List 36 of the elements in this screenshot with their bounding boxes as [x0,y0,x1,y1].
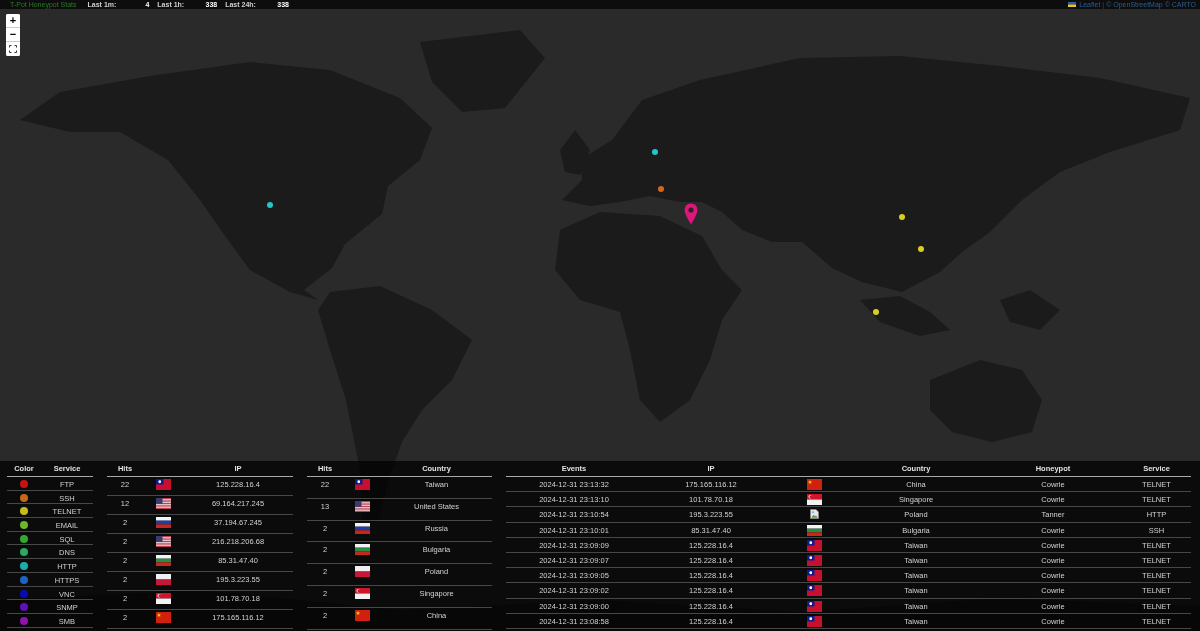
map-marker-dot-icon[interactable] [267,202,273,208]
singapore-flag-icon [155,593,171,604]
us-flag-icon [354,500,370,512]
china-flag-icon [354,609,370,621]
map-marker-dot-icon[interactable] [873,309,879,315]
poland-flag-icon [155,574,171,585]
fullscreen-button[interactable] [6,42,20,56]
taiwan-flag-icon [806,539,822,551]
bulgaria-flag-icon [354,544,370,556]
taiwan-flag-icon [354,479,370,490]
poland-flag-icon [354,566,370,578]
taiwan-flag-icon [806,585,822,597]
map-marker-dot-icon[interactable] [918,246,924,252]
taiwan-flag-icon [806,570,822,582]
us-flag-icon [155,536,171,547]
bulgaria-flag-icon [806,524,822,536]
map-marker-dot-icon[interactable] [899,214,905,220]
map-marker-dot-icon[interactable] [652,149,658,155]
taiwan-flag-icon [155,479,171,490]
us-flag-icon [155,498,171,509]
russia-flag-icon [354,522,370,534]
ukraine-flag-icon [1068,2,1077,7]
broken-image-icon [809,509,819,520]
zoom-in-button[interactable]: + [6,14,20,28]
russia-flag-icon [155,517,171,528]
map-marker-dot-icon[interactable] [658,186,664,192]
taiwan-flag-icon [806,615,822,627]
china-flag-icon [806,479,822,490]
taiwan-flag-icon [806,600,822,612]
fullscreen-icon [9,45,17,53]
map-pin-icon[interactable] [684,203,698,225]
singapore-flag-icon [354,588,370,599]
bulgaria-flag-icon [155,555,171,566]
china-flag-icon [155,612,171,623]
singapore-flag-icon [806,494,822,506]
taiwan-flag-icon [806,554,822,566]
